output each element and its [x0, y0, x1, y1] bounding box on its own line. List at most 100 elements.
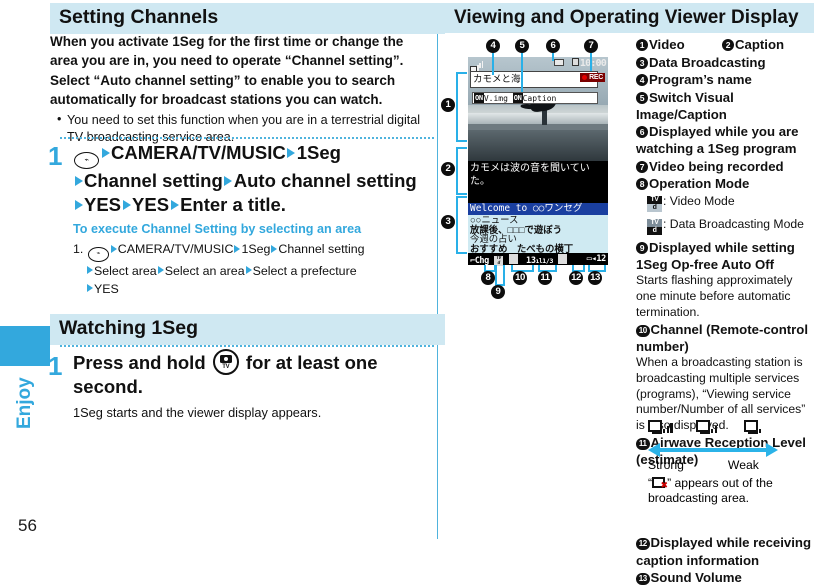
arrow-icon: [74, 176, 83, 187]
arrow-icon: [87, 266, 93, 275]
arrow-icon: [234, 244, 241, 253]
mode-video-row: TV d: Video Mode: [636, 194, 812, 213]
legend-label-watching-1seg: Displayed while you are watching a 1Seg …: [636, 124, 799, 157]
legend-row-13: 13 Sound Volume: [636, 569, 812, 586]
mock-data-broadcasting-area: Welcome to ○○ワンセグ ○○ニュース 放課後、□□□で遊ぼう 今週の…: [468, 203, 608, 253]
divider-dotted: [60, 345, 434, 347]
mock-status-bar: 10:00: [468, 57, 608, 77]
data-broadcasting-mode-icon: TV d: [647, 218, 662, 236]
reception-level-icon: [558, 254, 568, 264]
strength-labels: Strong Weak: [648, 458, 808, 472]
divider-dotted: [60, 137, 434, 139]
status-clock: 10:00: [571, 58, 607, 69]
callout-5: 5: [515, 39, 529, 53]
arrow-icon: [287, 148, 296, 159]
callout-badge: 12: [636, 538, 650, 551]
substep-title: To execute Channel Setting by selecting …: [73, 222, 362, 236]
step-number: 1: [48, 141, 63, 171]
legend-row-12: 12 Displayed while receiving caption info…: [636, 534, 812, 568]
callout-10: 10: [513, 271, 527, 285]
mock-bottom-status-bar: ⌐Chg TV d 13ıl1/3 ▭◂12: [468, 253, 608, 266]
step-body: ⌁ CAMERA/TV/MUSIC 1Seg Channel setting Auto…: [73, 141, 438, 216]
leader-4: [492, 53, 494, 75]
callout-2: 2: [441, 162, 455, 176]
mock-video-area: 10:00 カモメと海 REC ONV.img ONCaption: [468, 57, 608, 161]
step-1-setting-channels: 1 ⌁ CAMERA/TV/MUSIC 1Seg Channel setting Au…: [48, 141, 438, 216]
legend-row-3: 3 Data Broadcasting: [636, 54, 812, 71]
callout-13: 13: [588, 271, 602, 285]
step-part-yes-1: YES: [84, 193, 122, 215]
callout-4: 4: [486, 39, 500, 53]
arrow-icon: [170, 199, 179, 210]
arrow-icon: [110, 244, 117, 253]
legend-row-7: 7 Video being recorded: [636, 158, 812, 175]
page-number: 56: [18, 516, 37, 535]
legend-row-9: 9 Displayed while setting 1Seg Op-free Au…: [636, 239, 812, 273]
volume-indicator: ▭◂12: [586, 254, 607, 264]
legend-row-8: 8 Operation Mode: [636, 175, 812, 192]
section-title-setting-channels: Setting Channels: [50, 3, 445, 34]
manual-page: Enjoy 56 Setting Channels When you activ…: [0, 0, 814, 586]
intro-paragraph: When you activate 1Seg for the first tim…: [50, 34, 404, 107]
step-number: 1: [48, 351, 63, 381]
program-name-field: カモメと海: [470, 71, 598, 88]
camera-key-label: TV: [222, 364, 230, 371]
callout-badge: 3: [636, 56, 648, 69]
legend-label-channel: Channel (Remote-control number): [636, 321, 809, 354]
callout-badge: 13: [636, 573, 650, 586]
side-tab-block: [0, 326, 50, 366]
step-1-watching-1seg: 1 Press and hold TV for at least one sec…: [48, 349, 438, 399]
substep-index: 1.: [73, 242, 84, 256]
legend-label-video: Video: [649, 37, 685, 52]
bracket-data: [456, 196, 467, 254]
arrow-icon: [74, 199, 83, 210]
mode-data-label: : Data Broadcasting Mode: [663, 217, 804, 232]
substep-part-select-an-area: Select an area: [164, 263, 245, 278]
arrow-icon: [271, 244, 278, 253]
section-title-watching-1seg: Watching 1Seg: [50, 314, 445, 345]
left-column: Enjoy 56 Setting Channels When you activ…: [0, 0, 445, 543]
step-text-a: Press and hold: [73, 352, 206, 373]
substep-part-select-area: Select area: [94, 263, 157, 278]
callout-badge: 10: [636, 324, 650, 337]
auto-off-icon: [508, 254, 518, 264]
battery-icon: [571, 58, 579, 66]
legend-row-5: 5 Switch Visual Image/Caption: [636, 89, 812, 123]
step-part-camera: CAMERA/TV/MUSIC: [111, 142, 286, 163]
substep-part-select-prefecture: Select a prefecture: [252, 263, 357, 278]
legend-row-1-2: 1 Video 2 Caption: [636, 36, 812, 53]
callout-12: 12: [569, 271, 583, 285]
arrow-right-head: [766, 443, 778, 457]
recording-badge: REC: [580, 73, 605, 82]
callout-badge: 8: [636, 178, 648, 191]
callout-badge: 2: [722, 39, 734, 51]
bracket-video: [456, 72, 467, 142]
substep-line-2: Select area Select an area Select a prefec…: [73, 262, 435, 280]
step-part-enter-title: Enter a title.: [180, 193, 286, 215]
callout-badge: 9: [636, 241, 648, 254]
switch-visual-caption-bar: ONV.img ONCaption: [472, 92, 598, 104]
substep-list: 1. ⌁ CAMERA/TV/MUSIC 1Seg Channel setting S…: [73, 240, 435, 298]
arrow-icon: [157, 266, 164, 275]
step-part-auto-channel-setting: Auto channel setting: [233, 170, 417, 191]
callout-9: 9: [491, 285, 505, 299]
leader-7: [590, 53, 592, 71]
callout-badge: 1: [636, 39, 648, 51]
mock-railing: [468, 113, 608, 124]
section-title-viewer-display: Viewing and Operating Viewer Display: [445, 3, 814, 34]
caption-line: カモメは波の音を聞いてい: [470, 163, 590, 174]
arrow-line: [658, 448, 768, 452]
bracket-9: [495, 265, 505, 286]
out-of-area-icon: ✖: [652, 477, 668, 490]
note-9: Starts flashing approximately one minute…: [636, 273, 793, 319]
callout-badge: 7: [636, 160, 648, 173]
mock-post: [542, 109, 547, 125]
step-part-yes-2: YES: [132, 193, 170, 215]
callout-badge: 5: [636, 91, 648, 104]
step-body: Press and hold TV for at least one secon…: [73, 349, 438, 399]
reception-level-icons: [648, 418, 812, 438]
caption-line: た。: [470, 176, 490, 187]
legend-label-caption-info: Displayed while receiving caption inform…: [636, 535, 812, 568]
substep-part-yes: YES: [94, 281, 119, 296]
mock-water: [468, 130, 608, 161]
